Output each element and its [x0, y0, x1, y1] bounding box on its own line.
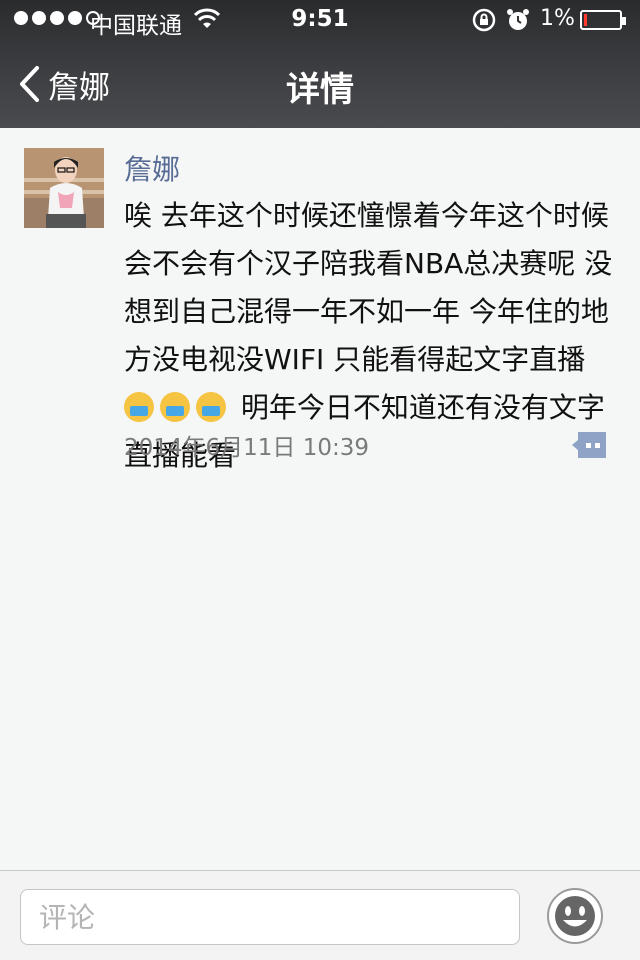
status-bar: 中国联通 9:51 1% [0, 0, 640, 40]
avatar[interactable] [24, 148, 104, 228]
battery-percent: 1% [540, 6, 575, 31]
crying-face-icon [124, 392, 154, 422]
page-title: 详情 [286, 70, 354, 110]
rotation-lock-icon [472, 8, 496, 32]
comment-icon[interactable] [570, 430, 608, 460]
crying-face-icon [196, 392, 226, 422]
author-name[interactable]: 詹娜 [124, 148, 180, 188]
post-text: 唉 去年这个时候还憧憬着今年这个时候会不会有个汉子陪我看NBA总决赛呢 没想到自… [124, 199, 613, 376]
top-bar: 中国联通 9:51 1% 詹娜 详情 [0, 0, 640, 128]
avatar-photo [24, 148, 104, 228]
battery-icon [580, 10, 626, 30]
comment-input[interactable] [20, 889, 520, 945]
smiley-icon[interactable] [546, 887, 604, 945]
crying-face-icon [160, 392, 190, 422]
post-timestamp: 2014年6月11日 10:39 [124, 435, 370, 461]
comment-bar [0, 870, 640, 960]
alarm-icon [507, 9, 529, 30]
